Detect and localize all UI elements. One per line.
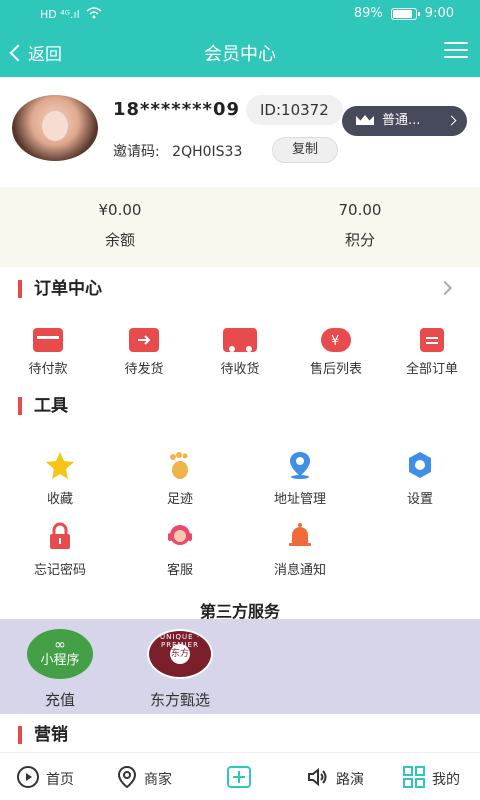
mini-program-badge: 小程序: [40, 653, 80, 668]
tool-label: 足迹: [166, 492, 193, 507]
copy-button[interactable]: 复制: [272, 137, 338, 163]
tool-address[interactable]: 地址管理: [240, 450, 360, 507]
customer-service-icon: [165, 521, 195, 551]
navbar: 返回 会员中心: [0, 30, 480, 77]
third-party-recharge[interactable]: ∞ 小程序 充值: [0, 629, 120, 710]
dongfang-zhenxuan-logo: UNIQUE · PREMIER 东方: [147, 629, 213, 679]
tab-label: 首页: [46, 772, 74, 788]
invite-code-value: 2QH0IS33: [172, 144, 243, 160]
battery-percent: 89%: [353, 6, 383, 21]
speaker-icon: [306, 765, 330, 793]
order-label: 待发货: [124, 362, 164, 377]
marketing-title: 营销: [18, 726, 68, 744]
add-icon: [226, 765, 252, 793]
map-pin-icon: [116, 765, 138, 793]
order-more-chevron-icon[interactable]: [437, 280, 453, 296]
wallet-icon: [33, 328, 63, 352]
invite-label: 邀请码:: [113, 144, 160, 160]
header: HD ⁴ᴳ.ıl 89% 9:00 返回 会员中心: [0, 0, 480, 77]
balance-panel: ¥0.00 余额 70.00 积分: [0, 187, 480, 267]
tab-label: 我的: [432, 772, 460, 788]
order-pending-shipment[interactable]: 待发货: [96, 320, 192, 377]
tool-label: 收藏: [46, 492, 73, 507]
tool-label: 忘记密码: [33, 563, 86, 578]
play-home-icon: [16, 765, 40, 793]
third-party-label: 东方甄选: [149, 691, 210, 709]
refund-icon: ¥: [321, 328, 351, 352]
gear-icon: [405, 450, 435, 480]
battery-icon: [390, 7, 420, 20]
hamburger-menu-icon[interactable]: [444, 42, 468, 60]
tool-settings[interactable]: 设置: [360, 450, 480, 507]
avatar[interactable]: [12, 95, 98, 161]
tab-label: 商家: [144, 772, 172, 788]
tool-label: 客服: [166, 563, 193, 578]
clock: 9:00: [424, 6, 454, 21]
package-icon: [129, 328, 159, 352]
lock-icon: [45, 521, 75, 551]
order-pending-payment[interactable]: 待付款: [0, 320, 96, 377]
tab-roadshow[interactable]: 路演: [306, 765, 364, 793]
tab-home[interactable]: 首页: [16, 765, 74, 793]
tool-label: 设置: [406, 492, 433, 507]
network-text: HD ⁴ᴳ.ıl: [40, 8, 80, 21]
points-label: 积分: [344, 231, 375, 249]
invite-code: 邀请码: 2QH0IS33: [113, 141, 242, 161]
bottom-tab-bar: 首页 商家 路演 我的: [0, 752, 480, 800]
tool-forgot-password[interactable]: 忘记密码: [0, 521, 120, 578]
clipboard-icon: [420, 328, 444, 352]
order-label: 全部订单: [405, 362, 458, 377]
member-level-label: 普通...: [382, 113, 421, 128]
chevron-right-icon: [446, 115, 457, 126]
tool-notifications[interactable]: 消息通知: [240, 521, 360, 578]
tool-label: 地址管理: [273, 492, 326, 507]
order-after-sales[interactable]: ¥ 售后列表: [288, 320, 384, 377]
status-bar: HD ⁴ᴳ.ıl 89% 9:00: [0, 0, 480, 30]
grid-icon: [402, 765, 426, 793]
tool-customer-service[interactable]: 客服: [120, 521, 240, 578]
order-label: 售后列表: [309, 362, 362, 377]
tab-merchant[interactable]: 商家: [116, 765, 172, 793]
truck-icon: [223, 328, 257, 352]
order-center-title: 订单中心: [18, 280, 102, 298]
status-right: 89% 9:00: [354, 6, 454, 21]
user-phone: 18*******09: [113, 99, 240, 120]
tab-label: 路演: [336, 772, 364, 788]
tool-label: 消息通知: [273, 563, 326, 578]
tab-add[interactable]: [226, 765, 252, 793]
balance-item[interactable]: ¥0.00 余额: [0, 201, 240, 250]
user-id-badge: ID:10372: [246, 95, 343, 125]
tool-favorites[interactable]: 收藏: [0, 450, 120, 507]
balance-label: 余额: [104, 231, 135, 249]
mini-program-icon: ∞ 小程序: [27, 629, 93, 679]
tools-title: 工具: [18, 397, 68, 415]
third-party-dongfang[interactable]: UNIQUE · PREMIER 东方 东方甄选: [120, 629, 240, 710]
order-status-grid: 待付款 待发货 待收货 ¥ 售后列表 全部订单: [0, 320, 480, 380]
order-all[interactable]: 全部订单: [384, 320, 480, 377]
location-pin-icon: [285, 450, 315, 480]
points-item[interactable]: 70.00 积分: [240, 201, 480, 250]
member-level-button[interactable]: 普通...: [342, 106, 467, 136]
points-value: 70.00: [338, 201, 382, 219]
footprint-icon: [165, 450, 195, 480]
balance-value: ¥0.00: [98, 201, 142, 219]
tab-mine[interactable]: 我的: [402, 765, 460, 793]
bell-icon: [285, 521, 315, 551]
order-pending-receipt[interactable]: 待收货: [192, 320, 288, 377]
profile-card: 18*******09 ID:10372 普通... 邀请码: 2QH0IS33…: [0, 77, 480, 187]
wifi-icon: [86, 7, 102, 22]
third-party-label: 充值: [44, 691, 75, 709]
crown-icon: [356, 115, 374, 125]
tool-footprints[interactable]: 足迹: [120, 450, 240, 507]
star-icon: [45, 450, 75, 480]
battery-fill: [392, 9, 412, 18]
order-label: 待付款: [28, 362, 68, 377]
svg-text:¥: ¥: [331, 334, 339, 349]
order-label: 待收货: [220, 362, 260, 377]
third-party-panel: ∞ 小程序 充值 UNIQUE · PREMIER 东方 东方甄选: [0, 619, 480, 714]
page-title: 会员中心: [204, 44, 276, 65]
network-indicator: HD ⁴ᴳ.ıl: [40, 7, 102, 22]
